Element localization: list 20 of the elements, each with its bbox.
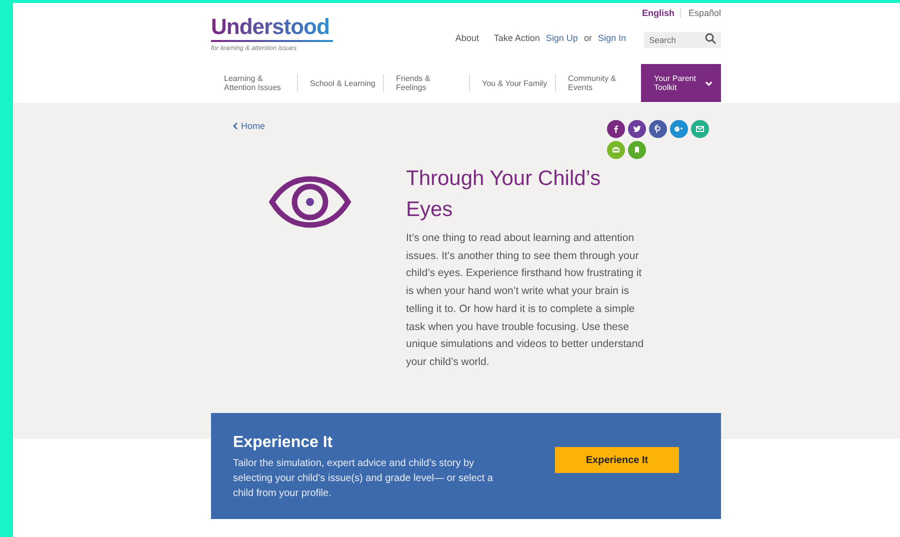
nav-link[interactable]: About — [455, 33, 479, 43]
article-body: It’s one thing to read about learning and attention issues. It’s another thing to see them through your child’s eyes. Experience firsthand how frustrating it is when your hand won’t write what your brain is telling it to. Or how hard it is to complete a simple task when you have trouble focusing. Use these unique simulations and videos to better understand your child’s world. — [406, 231, 645, 370]
nav-tab[interactable]: School & Learning — [297, 64, 383, 102]
account-link[interactable]: Sign In — [598, 33, 626, 43]
experience-button[interactable]: Experience It — [555, 447, 679, 473]
language-link[interactable]: English — [634, 8, 674, 18]
account-link[interactable]: Sign Up — [546, 33, 578, 43]
nav-tab[interactable]: Friends & Feelings — [383, 64, 469, 102]
nav-tab[interactable]: Your Parent Toolkit — [641, 64, 721, 102]
language-link[interactable]: Español — [680, 8, 721, 18]
nav-link[interactable]: Take Action — [494, 33, 540, 43]
cta-description: Tailor the simulation, expert advice and child’s story by selecting your child’s issue(s) and grade level— or select a child from your profile. — [233, 456, 494, 500]
separator-text: or — [584, 33, 592, 43]
cta-title: Experience It — [233, 434, 334, 452]
search-field[interactable]: Search — [644, 32, 721, 48]
nav-tab[interactable]: You & Your Family — [469, 64, 555, 102]
nav-tab[interactable]: Community & Events — [555, 64, 641, 102]
nav-tab[interactable]: Learning & Attention Issues — [211, 64, 297, 102]
breadcrumb-link[interactable]: Home — [233, 120, 266, 132]
article-title: Through Your Child’s Eyes — [406, 166, 602, 223]
